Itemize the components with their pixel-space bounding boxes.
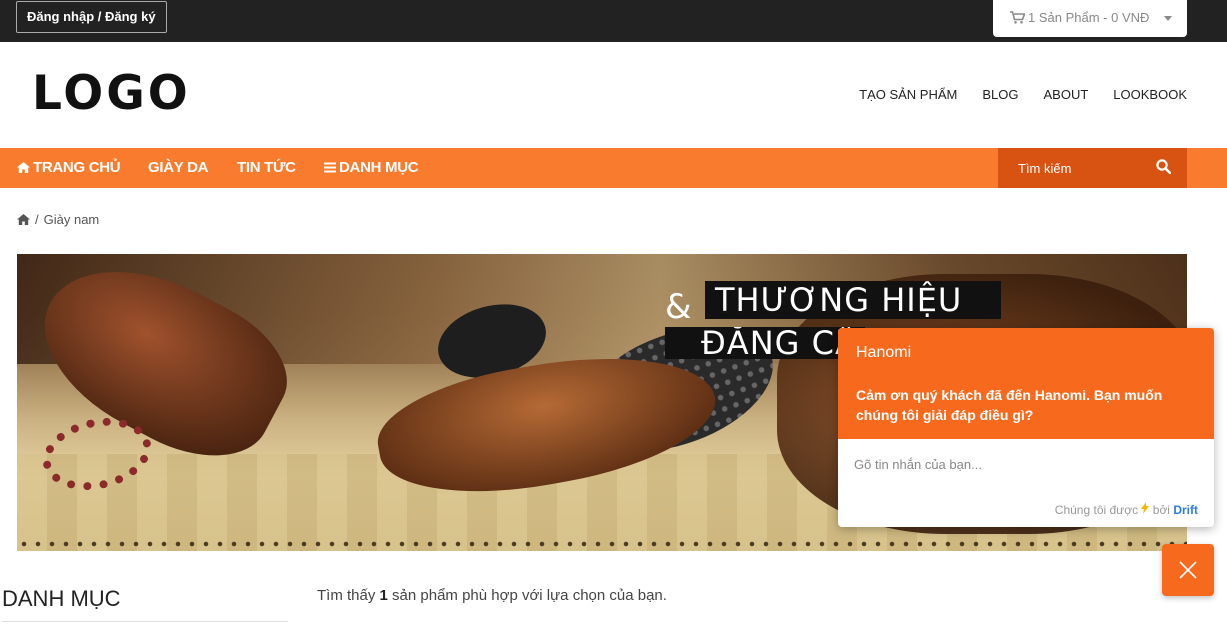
sidebar-title: DANH MỤC bbox=[2, 586, 121, 611]
banner-ampersand: & bbox=[665, 287, 692, 327]
banner-line-2: ĐẲNG CẤ bbox=[665, 327, 865, 359]
site-logo[interactable]: LOGO bbox=[32, 66, 191, 121]
result-suffix: sản phẩm phù hợp với lựa chọn của bạn. bbox=[392, 587, 667, 604]
nav-blog[interactable]: BLOG bbox=[982, 87, 1018, 102]
cart-summary: 1 Sản Phẩm - 0 VNĐ bbox=[1028, 10, 1150, 25]
close-icon bbox=[1179, 561, 1197, 579]
search-input[interactable] bbox=[998, 148, 1148, 188]
search-icon[interactable] bbox=[1156, 159, 1171, 174]
result-summary: Tìm thấy 1 sản phẩm phù hợp với lựa chọn… bbox=[317, 587, 667, 604]
nav-categories[interactable]: DANH MỤC bbox=[324, 148, 419, 188]
menu-icon bbox=[324, 162, 336, 173]
nav-leather-shoes[interactable]: GIÀY DA bbox=[148, 148, 208, 188]
cart-dropdown[interactable]: 1 Sản Phẩm - 0 VNĐ bbox=[993, 0, 1187, 37]
nav-home-label: TRANG CHỦ bbox=[33, 159, 121, 176]
chat-widget: Hanomi Cảm ơn quý khách đã đến Hanomi. B… bbox=[838, 328, 1214, 527]
nav-lookbook[interactable]: LOOKBOOK bbox=[1113, 87, 1187, 102]
chat-footer-by: bởi bbox=[1152, 503, 1170, 517]
breadcrumb-current: Giày nam bbox=[43, 212, 100, 227]
home-icon bbox=[17, 162, 30, 173]
lightning-icon bbox=[1141, 502, 1150, 514]
nav-categories-label: DANH MỤC bbox=[339, 159, 419, 176]
chat-powered-by: Chúng tôi được bởi Drift bbox=[1055, 502, 1198, 517]
chat-agent-name: Hanomi bbox=[856, 344, 912, 361]
main-nav: TRANG CHỦ GIÀY DA TIN TỨC DANH MỤC bbox=[0, 148, 1227, 188]
caret-down-icon bbox=[1164, 16, 1172, 21]
nav-create-product[interactable]: TẠO SẢN PHẨM bbox=[859, 87, 957, 102]
drift-link[interactable]: Drift bbox=[1173, 503, 1198, 517]
breadcrumb: / Giày nam bbox=[17, 212, 99, 227]
result-prefix: Tìm thấy bbox=[317, 587, 376, 604]
top-bar: Đăng nhập / Đăng ký 1 Sản Phẩm - 0 VNĐ bbox=[0, 0, 1227, 42]
header-nav: TẠO SẢN PHẨM BLOG ABOUT LOOKBOOK bbox=[859, 87, 1187, 102]
breadcrumb-separator: / bbox=[35, 212, 39, 227]
home-icon[interactable] bbox=[17, 214, 30, 225]
result-count: 1 bbox=[379, 587, 388, 604]
chat-close-button[interactable] bbox=[1162, 544, 1214, 596]
chat-header: Hanomi Cảm ơn quý khách đã đến Hanomi. B… bbox=[838, 328, 1214, 439]
nav-home[interactable]: TRANG CHỦ bbox=[17, 148, 121, 188]
nav-about[interactable]: ABOUT bbox=[1044, 87, 1089, 102]
search-box bbox=[998, 148, 1187, 188]
chat-message-input[interactable] bbox=[854, 452, 1194, 476]
login-register-button[interactable]: Đăng nhập / Đăng ký bbox=[16, 1, 167, 33]
banner-line-1: THƯƠNG HIỆU bbox=[705, 281, 1001, 319]
chat-footer-prefix: Chúng tôi được bbox=[1054, 503, 1139, 517]
cart-icon bbox=[1010, 11, 1026, 24]
banner-rivets bbox=[17, 541, 1187, 547]
sidebar-divider bbox=[2, 621, 288, 622]
chat-welcome-message: Cảm ơn quý khách đã đến Hanomi. Bạn muốn… bbox=[856, 387, 1163, 423]
nav-news[interactable]: TIN TỨC bbox=[237, 148, 296, 188]
